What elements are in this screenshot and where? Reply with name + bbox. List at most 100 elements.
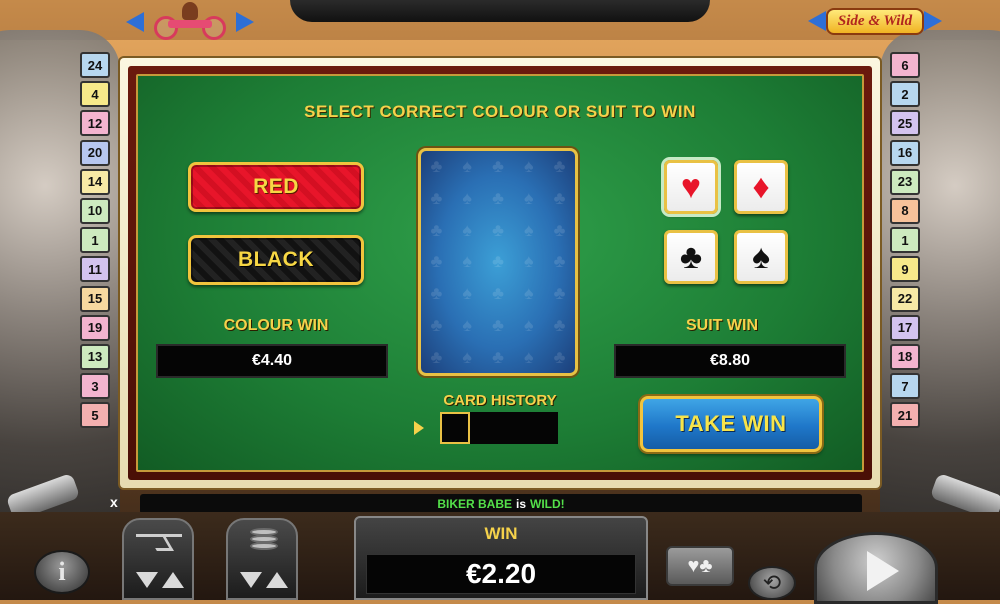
card-pattern-glyph: ♣: [430, 156, 443, 177]
card-pattern-glyph: ♠: [524, 188, 534, 209]
card-pattern-glyph: ♣: [492, 188, 504, 209]
right-payline-number[interactable]: 17: [890, 314, 920, 341]
bet-increase-button[interactable]: [266, 572, 288, 588]
spades-icon: ♠: [751, 238, 771, 276]
right-payline-number[interactable]: 16: [890, 139, 920, 166]
card-pattern-glyph: ♣: [553, 251, 566, 272]
arrow-right-icon: [924, 11, 943, 31]
left-payline-number[interactable]: 13: [80, 343, 110, 370]
gamble-felt: SELECT CORRECT COLOUR OR SUIT TO WIN RED…: [136, 74, 864, 472]
bike-logo: [120, 0, 260, 44]
payline-numbers-right: 6 2 25 16 23 8 1 9 22 17 18 7 21: [890, 52, 920, 429]
autoplay-icon: ⟲: [762, 570, 782, 595]
card-pattern-glyph: ♣: [430, 251, 443, 272]
red-button[interactable]: RED: [188, 162, 364, 212]
suit-win-label: SUIT WIN: [686, 317, 758, 334]
arrow-left-icon: [807, 11, 826, 31]
take-win-button[interactable]: TAKE WIN: [640, 396, 822, 452]
history-arrow-icon[interactable]: [414, 421, 424, 435]
top-plate: [290, 0, 710, 22]
win-title: WIN: [484, 524, 518, 543]
status-message: BIKER BABE is WILD!: [140, 494, 862, 514]
right-payline-number[interactable]: 23: [890, 168, 920, 195]
hearts-icon: ♥: [680, 168, 702, 206]
card-pattern-glyph: ♠: [462, 346, 472, 367]
gamble-board-frame: SELECT CORRECT COLOUR OR SUIT TO WIN RED…: [128, 66, 872, 480]
left-payline-number[interactable]: 10: [80, 197, 110, 224]
payline-numbers-left: 24 4 12 20 14 10 1 11 15 19 13 3 5: [80, 52, 110, 429]
colour-win-value: €4.40: [156, 344, 388, 378]
right-payline-number[interactable]: 8: [890, 197, 920, 224]
lines-control: [122, 518, 194, 600]
top-bar: Side & Wild: [0, 0, 1000, 48]
card-pattern-glyph: ♣: [430, 346, 443, 367]
card-pattern-glyph: ♠: [524, 251, 534, 272]
lines-increase-button[interactable]: [162, 572, 184, 588]
right-payline-number[interactable]: 1: [890, 227, 920, 254]
card-pattern-glyph: ♣: [492, 346, 504, 367]
card-pattern-glyph: ♣: [553, 346, 566, 367]
left-payline-number[interactable]: 20: [80, 139, 110, 166]
bet-decrease-button[interactable]: [240, 572, 262, 588]
card-pattern-glyph: ♣: [430, 188, 443, 209]
face-down-card: ♣ ♠ ♣ ♠ ♣ ♣ ♠ ♣ ♠ ♣ ♣ ♠ ♣ ♠ ♣ ♣ ♠ ♣ ♠ ♣ ♣ ♠ ♣ ♠ ♣ ♣ ♠ ♣ ♠ ♣ ♣ ♠ ♣ ♠ ♣: [418, 148, 578, 376]
card-pattern-glyph: ♣: [492, 314, 504, 335]
card-pattern-glyph: ♠: [524, 219, 534, 240]
left-payline-number[interactable]: 19: [80, 314, 110, 341]
arrow-left-icon: [126, 12, 144, 32]
status-part-3: WILD!: [530, 497, 565, 511]
card-pattern-glyph: ♣: [430, 219, 443, 240]
coin-stack-icon: [250, 528, 278, 554]
game-logo-text: Side & Wild: [825, 7, 925, 35]
arrow-right-icon: [236, 12, 254, 32]
card-pattern-glyph: ♣: [430, 314, 443, 335]
card-pattern-glyph: ♣: [553, 219, 566, 240]
card-pattern-glyph: ♠: [524, 283, 534, 304]
right-payline-number[interactable]: 22: [890, 285, 920, 312]
card-pattern-glyph: ♣: [553, 283, 566, 304]
right-payline-number[interactable]: 9: [890, 256, 920, 283]
spin-button[interactable]: [814, 532, 938, 604]
left-payline-number[interactable]: 14: [80, 168, 110, 195]
gamble-button[interactable]: ♥♣: [666, 546, 734, 586]
left-payline-number[interactable]: 3: [80, 373, 110, 400]
card-pattern-glyph: ♣: [430, 283, 443, 304]
card-pattern-glyph: ♠: [524, 346, 534, 367]
lines-icon: [136, 534, 182, 548]
win-amount: €2.20: [366, 554, 636, 594]
right-payline-number[interactable]: 21: [890, 402, 920, 429]
card-pattern-glyph: ♠: [462, 283, 472, 304]
left-payline-number[interactable]: 15: [80, 285, 110, 312]
spades-button[interactable]: ♠: [734, 230, 788, 284]
right-payline-number[interactable]: 7: [890, 373, 920, 400]
diamonds-icon: ♦: [752, 168, 770, 206]
card-pattern-glyph: ♠: [462, 314, 472, 335]
left-payline-number[interactable]: 24: [80, 52, 110, 78]
win-panel: WIN €2.20: [354, 516, 648, 600]
left-payline-number[interactable]: 4: [80, 81, 110, 108]
gamble-title: SELECT CORRECT COLOUR OR SUIT TO WIN: [304, 102, 696, 121]
colour-win-label: COLOUR WIN: [223, 317, 329, 334]
clubs-icon: ♣: [679, 238, 703, 276]
card-pattern-glyph: ♣: [492, 283, 504, 304]
hearts-button[interactable]: ♥: [664, 160, 718, 214]
clubs-button[interactable]: ♣: [664, 230, 718, 284]
diamonds-button[interactable]: ♦: [734, 160, 788, 214]
card-pattern-glyph: ♣: [553, 188, 566, 209]
close-icon[interactable]: x: [110, 494, 118, 510]
autoplay-button[interactable]: ⟲: [748, 566, 796, 600]
status-part-2: is: [516, 497, 527, 511]
info-button[interactable]: i: [34, 550, 90, 594]
lines-decrease-button[interactable]: [136, 572, 158, 588]
right-payline-number[interactable]: 18: [890, 343, 920, 370]
left-payline-number[interactable]: 5: [80, 402, 110, 429]
right-payline-number[interactable]: 6: [890, 52, 920, 78]
left-payline-number[interactable]: 1: [80, 227, 110, 254]
right-payline-number[interactable]: 25: [890, 110, 920, 137]
right-payline-number[interactable]: 2: [890, 81, 920, 108]
black-button[interactable]: BLACK: [188, 235, 364, 285]
left-payline-number[interactable]: 11: [80, 256, 110, 283]
bicycle-icon: [150, 2, 230, 42]
left-payline-number[interactable]: 12: [80, 110, 110, 137]
gamble-board: SELECT CORRECT COLOUR OR SUIT TO WIN RED…: [120, 58, 880, 488]
